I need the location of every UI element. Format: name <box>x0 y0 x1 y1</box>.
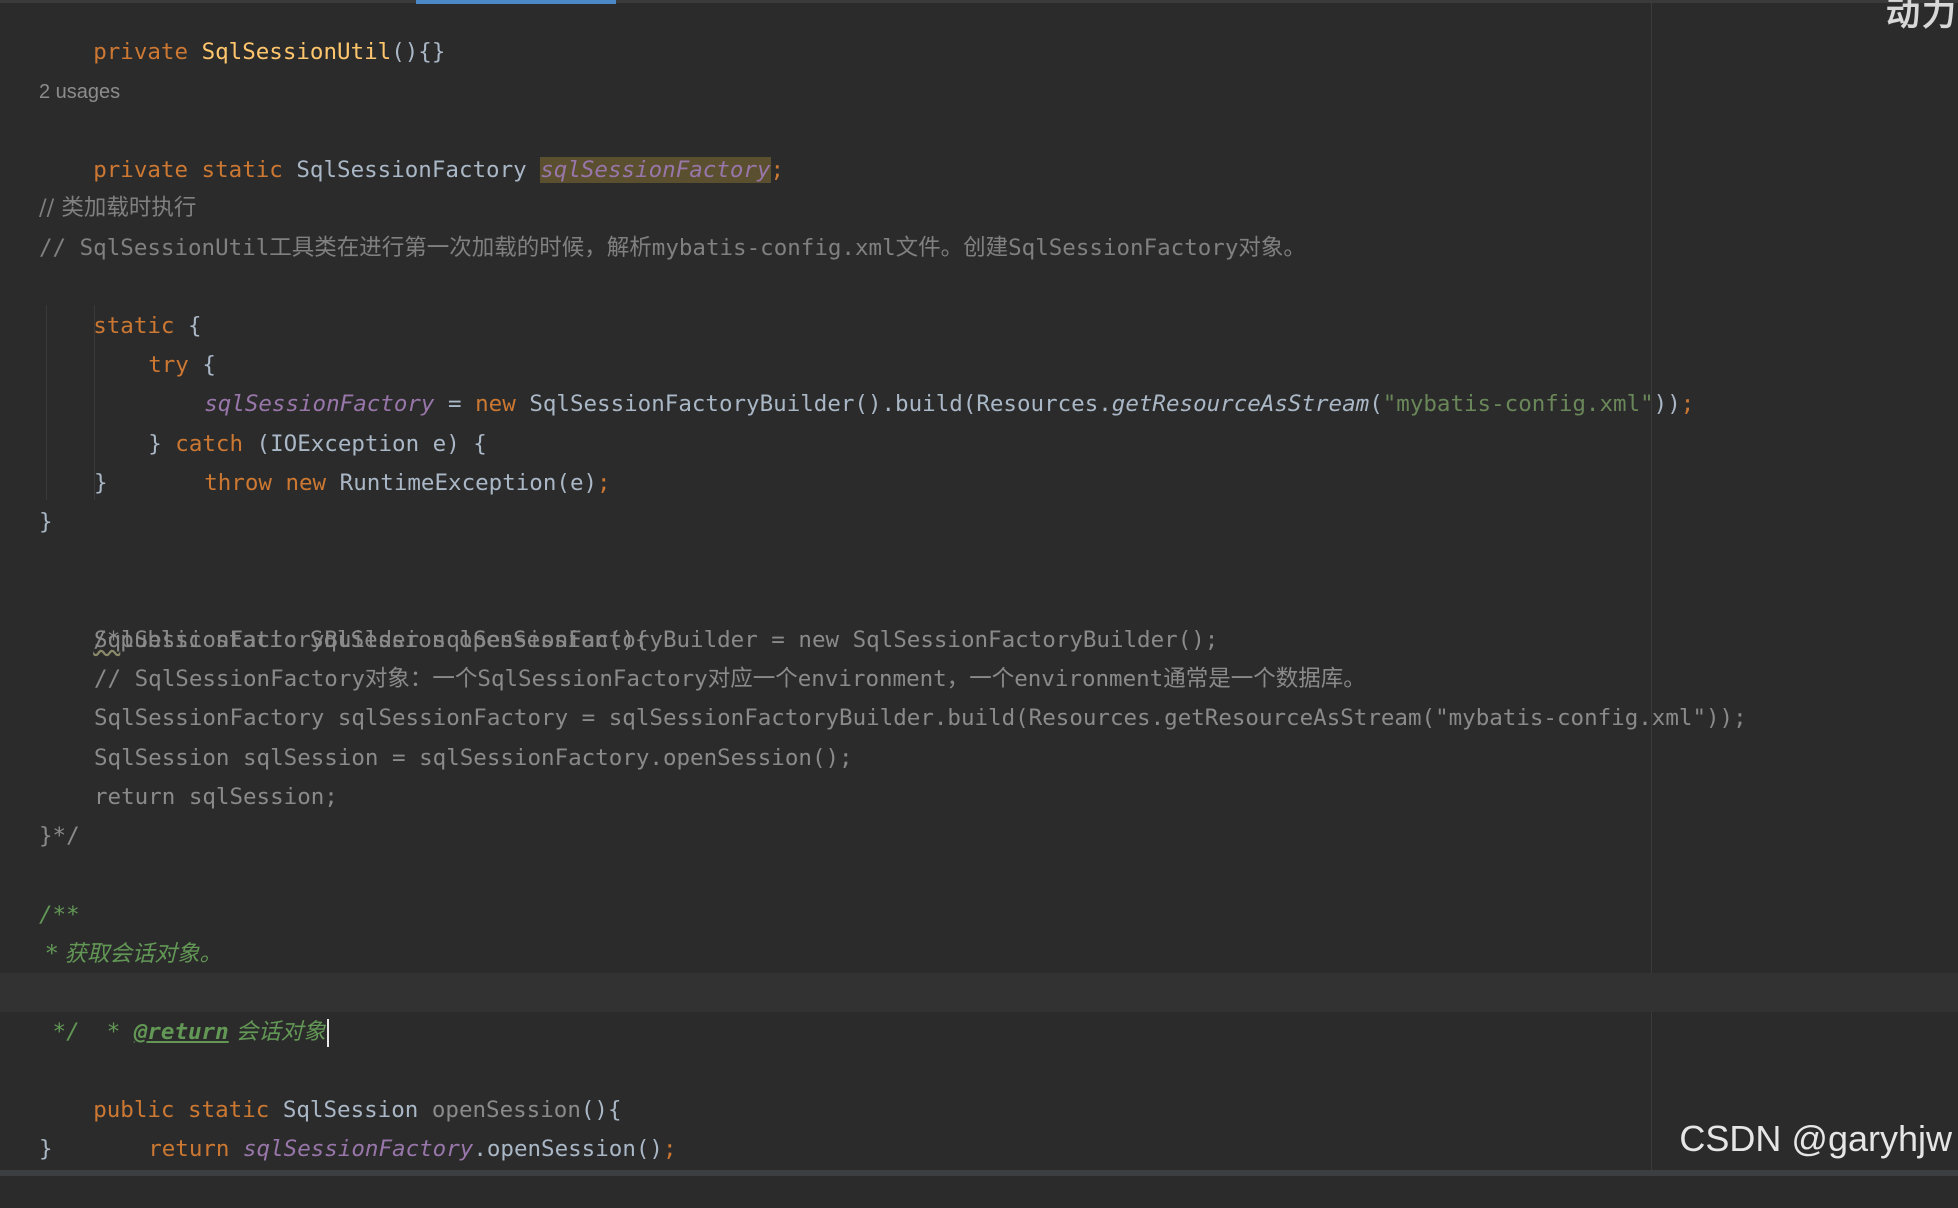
keyword: throw new <box>204 470 340 496</box>
active-tab-indicator <box>416 0 616 4</box>
static-method-call: getResourceAsStream <box>1111 391 1370 417</box>
status-bar-edge <box>0 1170 1958 1176</box>
semicolon: ; <box>597 470 611 496</box>
text-caret <box>326 1018 329 1047</box>
code-line-9[interactable]: throw new RuntimeException(e); <box>150 425 610 496</box>
keyword: private <box>93 39 202 65</box>
code-line-5[interactable]: static { <box>39 268 201 339</box>
code-line-4[interactable]: // SqlSessionUtil工具类在进行第一次加载的时候，解析mybati… <box>39 229 1306 268</box>
code-line-23[interactable]: public static SqlSession openSession(){ <box>39 1052 621 1123</box>
code-line-1[interactable]: private SqlSessionUtil(){} <box>39 0 445 65</box>
code-line-10[interactable]: } <box>94 464 108 503</box>
keyword: return <box>148 1136 244 1162</box>
code-line-19[interactable]: /** <box>39 896 80 935</box>
code-text: SqlSessionFactoryBuilder().build(Resourc… <box>529 391 1112 417</box>
corner-overlay-text: 动力 <box>1886 0 1958 34</box>
code-line-8[interactable]: } catch (IOException e) { <box>94 386 487 457</box>
highlighted-field[interactable]: sqlSessionFactory <box>540 157 771 183</box>
code-line-16[interactable]: SqlSession sqlSession = sqlSessionFactor… <box>94 739 853 778</box>
doc-comment-star: * <box>93 1019 134 1045</box>
code-line-25[interactable]: } <box>39 1130 53 1169</box>
code-line-18[interactable]: }*/ <box>39 817 80 856</box>
code-text: ( <box>1369 391 1383 417</box>
type-name: SqlSessionFactory <box>296 157 541 183</box>
code-text: )) <box>1653 391 1681 417</box>
usages-inlay-hint[interactable]: 2 usages <box>39 74 120 110</box>
method-name: SqlSessionUtil <box>201 39 392 65</box>
code-line-7[interactable]: sqlSessionFactory = new SqlSessionFactor… <box>150 346 1694 417</box>
code-line-22[interactable]: */ <box>39 1013 80 1052</box>
code-line-3[interactable]: // 类加载时执行 <box>39 189 196 228</box>
code-text: RuntimeException(e) <box>339 470 598 496</box>
doc-comment-text: 会话对象 <box>228 1019 326 1045</box>
code-line-2[interactable]: private static SqlSessionFactory sqlSess… <box>39 112 784 183</box>
code-line-20[interactable]: * 获取会话对象。 <box>39 935 222 974</box>
code-text: (){} <box>391 39 446 65</box>
semicolon: ; <box>662 1136 677 1162</box>
code-line-15[interactable]: SqlSessionFactory sqlSessionFactory = sq… <box>94 699 1747 738</box>
code-line-13[interactable]: SqlSessionFactoryBuilder sqlSessionFacto… <box>94 621 1218 660</box>
code-text: .openSession() <box>473 1136 663 1162</box>
code-line-12[interactable]: /*public static SqlSession openSession()… <box>39 582 648 653</box>
semicolon: ; <box>770 157 785 183</box>
code-line-14[interactable]: // SqlSessionFactory对象：一个SqlSessionFacto… <box>94 660 1366 699</box>
doc-return-tag[interactable]: @return <box>134 1019 229 1045</box>
code-line-21[interactable]: * @return 会话对象 <box>39 974 329 1047</box>
code-line-6[interactable]: try { <box>94 307 216 378</box>
keyword: private static <box>93 157 297 183</box>
csdn-watermark: CSDN @garyhjw <box>1679 1118 1952 1159</box>
code-line-11[interactable]: } <box>39 503 53 542</box>
static-field: sqlSessionFactory <box>243 1136 474 1162</box>
code-editor[interactable]: 动力 private SqlSessionUtil(){} 2 usages p… <box>0 0 1958 1170</box>
string-literal: "mybatis-config.xml" <box>1382 391 1654 417</box>
semicolon: ; <box>1680 391 1695 417</box>
code-line-17[interactable]: return sqlSession; <box>94 778 338 817</box>
code-line-24[interactable]: return sqlSessionFactory.openSession(); <box>94 1091 676 1162</box>
